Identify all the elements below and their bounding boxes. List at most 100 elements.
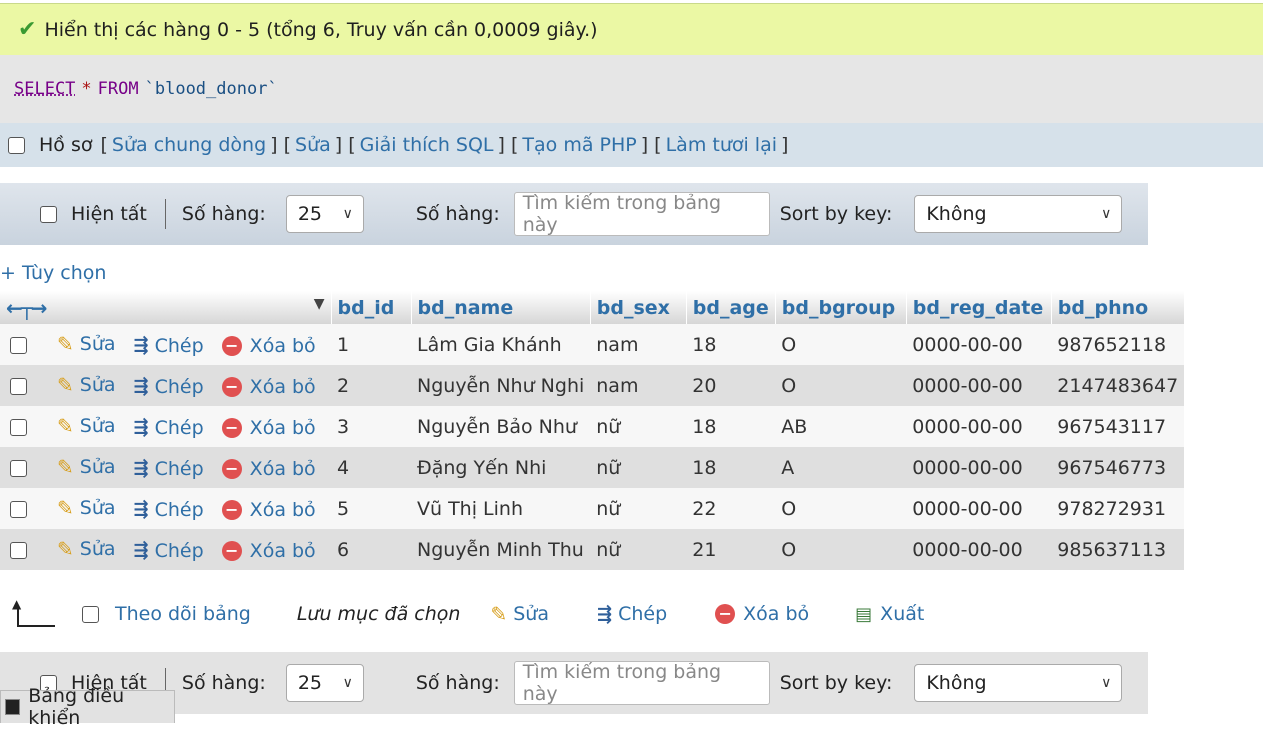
cell-bd-sex[interactable]: nam [590,365,687,406]
bulk-export-button[interactable]: ▤ Xuất [855,603,924,625]
search-input-bottom[interactable]: Tìm kiếm trong bảng này [513,661,770,705]
refresh-link[interactable]: Làm tươi lại [666,134,777,156]
row-copy-button[interactable]: ⇶ Chép [134,335,204,357]
row-checkbox[interactable] [10,460,27,477]
search-input[interactable]: Tìm kiếm trong bảng này [513,192,770,236]
column-header-bd-age[interactable]: bd_age [686,291,776,324]
row-checkbox[interactable] [10,542,27,559]
profiling-checkbox[interactable] [8,136,25,154]
cell-bd-phno[interactable]: 987652118 [1051,324,1185,365]
cell-bd-bgroup[interactable]: A [775,447,907,488]
cell-bd-age[interactable]: 21 [686,529,776,570]
cell-bd-reg-date[interactable]: 0000-00-00 [906,488,1052,529]
row-copy-button[interactable]: ⇶ Chép [134,458,204,480]
row-checkbox[interactable] [10,419,27,436]
cell-bd-sex[interactable]: nam [590,324,687,365]
cell-bd-reg-date[interactable]: 0000-00-00 [906,529,1052,570]
cell-bd-bgroup[interactable]: O [775,488,907,529]
check-all-checkbox[interactable] [82,605,99,623]
row-delete-button[interactable]: − Xóa bỏ [221,335,316,357]
row-copy-button[interactable]: ⇶ Chép [134,417,204,439]
cell-bd-id[interactable]: 1 [331,324,411,365]
sort-by-key-select[interactable]: Không ∨ [914,195,1123,233]
cell-bd-name[interactable]: Nguyễn Bảo Như [411,406,591,447]
cell-bd-reg-date[interactable]: 0000-00-00 [906,447,1052,488]
row-edit-button[interactable]: ✎ Sửa [57,537,116,561]
cell-bd-bgroup[interactable]: AB [775,406,907,447]
cell-bd-sex[interactable]: nữ [590,447,687,488]
cell-bd-name[interactable]: Đặng Yến Nhi [411,447,591,488]
sql-query-box[interactable]: SELECT * FROM `blood_donor` [0,55,1263,123]
sql-keyword-select[interactable]: SELECT [14,79,75,99]
inline-edit-link[interactable]: Sửa chung dòng [112,134,266,156]
options-link[interactable]: + Tùy chọn [0,262,106,284]
row-edit-button[interactable]: ✎ Sửa [57,414,116,438]
cell-bd-sex[interactable]: nữ [590,488,687,529]
cell-bd-id[interactable]: 6 [331,529,411,570]
cell-bd-phno[interactable]: 967543117 [1051,406,1185,447]
cell-bd-phno[interactable]: 978272931 [1051,488,1185,529]
cell-bd-reg-date[interactable]: 0000-00-00 [906,324,1052,365]
cell-bd-name[interactable]: Nguyễn Như Nghi [411,365,591,406]
row-delete-button[interactable]: − Xóa bỏ [221,376,316,398]
cell-bd-name[interactable]: Vũ Thị Linh [411,488,591,529]
show-all-checkbox[interactable] [40,205,57,223]
cell-bd-age[interactable]: 22 [686,488,776,529]
row-checkbox[interactable] [10,501,27,518]
console-tab[interactable]: Bảng điều khiển [0,685,175,729]
cell-bd-id[interactable]: 4 [331,447,411,488]
row-edit-button[interactable]: ✎ Sửa [57,455,116,479]
bulk-copy-button[interactable]: ⇶ Chép [597,603,667,625]
cell-bd-bgroup[interactable]: O [775,529,907,570]
explain-sql-link[interactable]: Giải thích SQL [360,134,494,156]
row-delete-button[interactable]: − Xóa bỏ [221,458,316,480]
row-delete-button[interactable]: − Xóa bỏ [221,540,316,562]
cell-bd-reg-date[interactable]: 0000-00-00 [906,406,1052,447]
cell-bd-sex[interactable]: nữ [590,529,687,570]
cell-bd-bgroup[interactable]: O [775,365,907,406]
cell-bd-name[interactable]: Lâm Gia Khánh [411,324,591,365]
cell-bd-age[interactable]: 20 [686,365,776,406]
column-header-bd-name[interactable]: bd_name [411,291,591,324]
cell-bd-bgroup[interactable]: O [775,324,907,365]
cell-bd-id[interactable]: 5 [331,488,411,529]
cell-bd-reg-date[interactable]: 0000-00-00 [906,365,1052,406]
bulk-delete-button[interactable]: − Xóa bỏ [715,603,809,625]
pencil-icon: ✎ [57,455,74,479]
watch-table-link[interactable]: Theo dõi bảng [115,603,251,625]
column-header-bd-reg-date[interactable]: bd_reg_date [906,291,1052,324]
cell-bd-age[interactable]: 18 [686,324,776,365]
column-arrows-icon[interactable]: ←┬→ [6,296,48,320]
column-resize-header[interactable]: ←┬→ ▼ [0,291,332,324]
cell-bd-id[interactable]: 2 [331,365,411,406]
row-edit-button[interactable]: ✎ Sửa [57,496,116,520]
create-php-link[interactable]: Tạo mã PHP [522,134,636,156]
row-edit-button[interactable]: ✎ Sửa [57,373,116,397]
row-delete-button[interactable]: − Xóa bỏ [221,499,316,521]
column-header-bd-id[interactable]: bd_id [331,291,412,324]
row-copy-button[interactable]: ⇶ Chép [134,376,204,398]
column-header-bd-sex[interactable]: bd_sex [590,291,687,324]
edit-query-link[interactable]: Sửa [295,134,331,156]
cell-bd-id[interactable]: 3 [331,406,411,447]
cell-bd-age[interactable]: 18 [686,406,776,447]
row-delete-button[interactable]: − Xóa bỏ [221,417,316,439]
sort-by-key-select-bottom[interactable]: Không ∨ [914,664,1123,702]
cell-bd-name[interactable]: Nguyễn Minh Thu [411,529,591,570]
cell-bd-phno[interactable]: 967546773 [1051,447,1185,488]
row-checkbox[interactable] [10,337,27,354]
sort-dropdown-icon[interactable]: ▼ [314,296,325,312]
column-header-bd-phno[interactable]: bd_phno [1051,291,1185,324]
row-edit-button[interactable]: ✎ Sửa [57,332,116,356]
bulk-edit-button[interactable]: ✎ Sửa [490,602,549,626]
row-copy-button[interactable]: ⇶ Chép [134,499,204,521]
row-checkbox[interactable] [10,378,27,395]
cell-bd-phno[interactable]: 985637113 [1051,529,1185,570]
cell-bd-sex[interactable]: nữ [590,406,687,447]
column-header-bd-bgroup[interactable]: bd_bgroup [775,291,907,324]
cell-bd-age[interactable]: 18 [686,447,776,488]
rows-select-bottom[interactable]: 25 ∨ [285,664,364,702]
rows-select[interactable]: 25 ∨ [285,195,364,233]
row-copy-button[interactable]: ⇶ Chép [134,540,204,562]
cell-bd-phno[interactable]: 2147483647 [1051,365,1185,406]
